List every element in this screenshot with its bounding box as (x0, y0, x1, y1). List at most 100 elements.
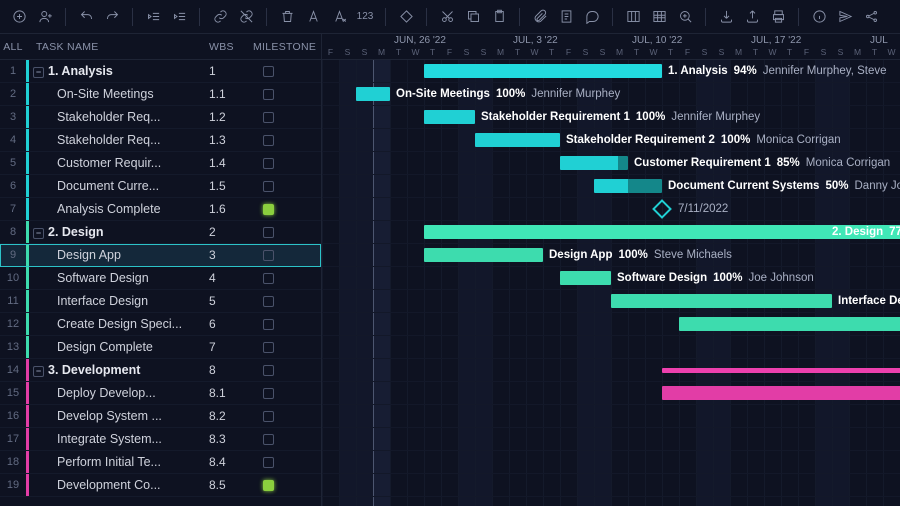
import-icon[interactable] (715, 6, 737, 28)
copy-icon[interactable] (462, 6, 484, 28)
redo-icon[interactable] (101, 6, 123, 28)
undo-icon[interactable] (75, 6, 97, 28)
task-name-cell[interactable]: Analysis Complete (29, 202, 209, 216)
task-row[interactable]: 10Software Design4 (0, 267, 321, 290)
gantt-bar[interactable] (424, 64, 662, 78)
info-icon[interactable] (808, 6, 830, 28)
task-row[interactable]: 8−2. Design2 (0, 221, 321, 244)
milestone-cell[interactable] (253, 250, 321, 261)
task-name-cell[interactable]: Software Design (29, 271, 209, 285)
renumber-icon[interactable]: 123 (354, 6, 376, 28)
task-row[interactable]: 5Customer Requir...1.4 (0, 152, 321, 175)
gantt-chart[interactable]: 1. Analysis94%Jennifer Murphey, SteveOn-… (322, 60, 900, 506)
task-row[interactable]: 17Integrate System...8.3 (0, 428, 321, 451)
plus-circle-icon[interactable] (8, 6, 30, 28)
gantt-bar[interactable] (424, 225, 900, 239)
gantt-bar[interactable] (424, 110, 475, 124)
task-name-cell[interactable]: Stakeholder Req... (29, 133, 209, 147)
task-name-cell[interactable]: Deploy Develop... (29, 386, 209, 400)
task-row[interactable]: 6Document Curre...1.5 (0, 175, 321, 198)
milestone-cell[interactable] (253, 204, 321, 215)
attach-icon[interactable] (529, 6, 551, 28)
col-task-name[interactable]: TASK NAME (26, 41, 209, 53)
task-row[interactable]: 3Stakeholder Req...1.2 (0, 106, 321, 129)
task-name-cell[interactable]: On-Site Meetings (29, 87, 209, 101)
milestone-cell[interactable] (253, 365, 321, 376)
milestone-cell[interactable] (253, 388, 321, 399)
col-wbs[interactable]: WBS (209, 41, 253, 53)
wbs-cell[interactable]: 1.3 (209, 133, 253, 147)
task-row[interactable]: 16Develop System ...8.2 (0, 405, 321, 428)
milestone-cell[interactable] (253, 434, 321, 445)
milestone-cell[interactable] (253, 89, 321, 100)
task-row[interactable]: 19Development Co...8.5 (0, 474, 321, 497)
milestone-cell[interactable] (253, 457, 321, 468)
task-name-cell[interactable]: −3. Development (29, 363, 209, 377)
col-milestone[interactable]: MILESTONE (253, 41, 321, 53)
diamond-icon[interactable] (395, 6, 417, 28)
clear-format-icon[interactable] (328, 6, 350, 28)
task-row[interactable]: 15Deploy Develop...8.1 (0, 382, 321, 405)
milestone-cell[interactable] (253, 112, 321, 123)
send-icon[interactable] (834, 6, 856, 28)
gantt-bar[interactable] (560, 271, 611, 285)
wbs-cell[interactable]: 1 (209, 64, 253, 78)
wbs-cell[interactable]: 1.2 (209, 110, 253, 124)
milestone-cell[interactable] (253, 480, 321, 491)
milestone-cell[interactable] (253, 158, 321, 169)
wbs-cell[interactable]: 5 (209, 294, 253, 308)
gantt-bar[interactable] (424, 248, 543, 262)
zoom-icon[interactable] (674, 6, 696, 28)
task-row[interactable]: 7Analysis Complete1.6 (0, 198, 321, 221)
milestone-cell[interactable] (253, 342, 321, 353)
gantt-bar[interactable] (662, 386, 900, 400)
gantt-bar[interactable] (679, 317, 900, 331)
wbs-cell[interactable]: 4 (209, 271, 253, 285)
task-row[interactable]: 13Design Complete7 (0, 336, 321, 359)
grid-icon[interactable] (648, 6, 670, 28)
wbs-cell[interactable]: 8 (209, 363, 253, 377)
task-name-cell[interactable]: Development Co... (29, 478, 209, 492)
task-name-cell[interactable]: Interface Design (29, 294, 209, 308)
task-row[interactable]: 1−1. Analysis1 (0, 60, 321, 83)
task-name-cell[interactable]: Design App (29, 248, 209, 262)
wbs-cell[interactable]: 8.5 (209, 478, 253, 492)
paste-icon[interactable] (488, 6, 510, 28)
task-row[interactable]: 14−3. Development8 (0, 359, 321, 382)
wbs-cell[interactable]: 1.4 (209, 156, 253, 170)
task-name-cell[interactable]: Develop System ... (29, 409, 209, 423)
comment-icon[interactable] (581, 6, 603, 28)
milestone-cell[interactable] (253, 319, 321, 330)
gantt-bar[interactable] (475, 133, 560, 147)
outdent-icon[interactable] (142, 6, 164, 28)
task-row[interactable]: 4Stakeholder Req...1.3 (0, 129, 321, 152)
wbs-cell[interactable]: 8.1 (209, 386, 253, 400)
wbs-cell[interactable]: 8.2 (209, 409, 253, 423)
print-icon[interactable] (767, 6, 789, 28)
task-name-cell[interactable]: Design Complete (29, 340, 209, 354)
trash-icon[interactable] (276, 6, 298, 28)
task-name-cell[interactable]: Integrate System... (29, 432, 209, 446)
task-name-cell[interactable]: −1. Analysis (29, 64, 209, 78)
task-name-cell[interactable]: −2. Design (29, 225, 209, 239)
milestone-cell[interactable] (253, 227, 321, 238)
task-name-cell[interactable]: Stakeholder Req... (29, 110, 209, 124)
wbs-cell[interactable]: 8.4 (209, 455, 253, 469)
col-all[interactable]: ALL (0, 41, 26, 53)
task-row[interactable]: 18Perform Initial Te...8.4 (0, 451, 321, 474)
task-row[interactable]: 9Design App3 (0, 244, 321, 267)
task-row[interactable]: 12Create Design Speci...6 (0, 313, 321, 336)
task-name-cell[interactable]: Customer Requir... (29, 156, 209, 170)
gantt-bar[interactable] (356, 87, 390, 101)
export-icon[interactable] (741, 6, 763, 28)
task-row[interactable]: 11Interface Design5 (0, 290, 321, 313)
wbs-cell[interactable]: 1.5 (209, 179, 253, 193)
gantt-bar[interactable] (611, 294, 832, 308)
milestone-cell[interactable] (253, 273, 321, 284)
wbs-cell[interactable]: 6 (209, 317, 253, 331)
indent-icon[interactable] (168, 6, 190, 28)
unlink-icon[interactable] (235, 6, 257, 28)
wbs-cell[interactable]: 1.1 (209, 87, 253, 101)
wbs-cell[interactable]: 3 (209, 248, 253, 262)
task-name-cell[interactable]: Perform Initial Te... (29, 455, 209, 469)
